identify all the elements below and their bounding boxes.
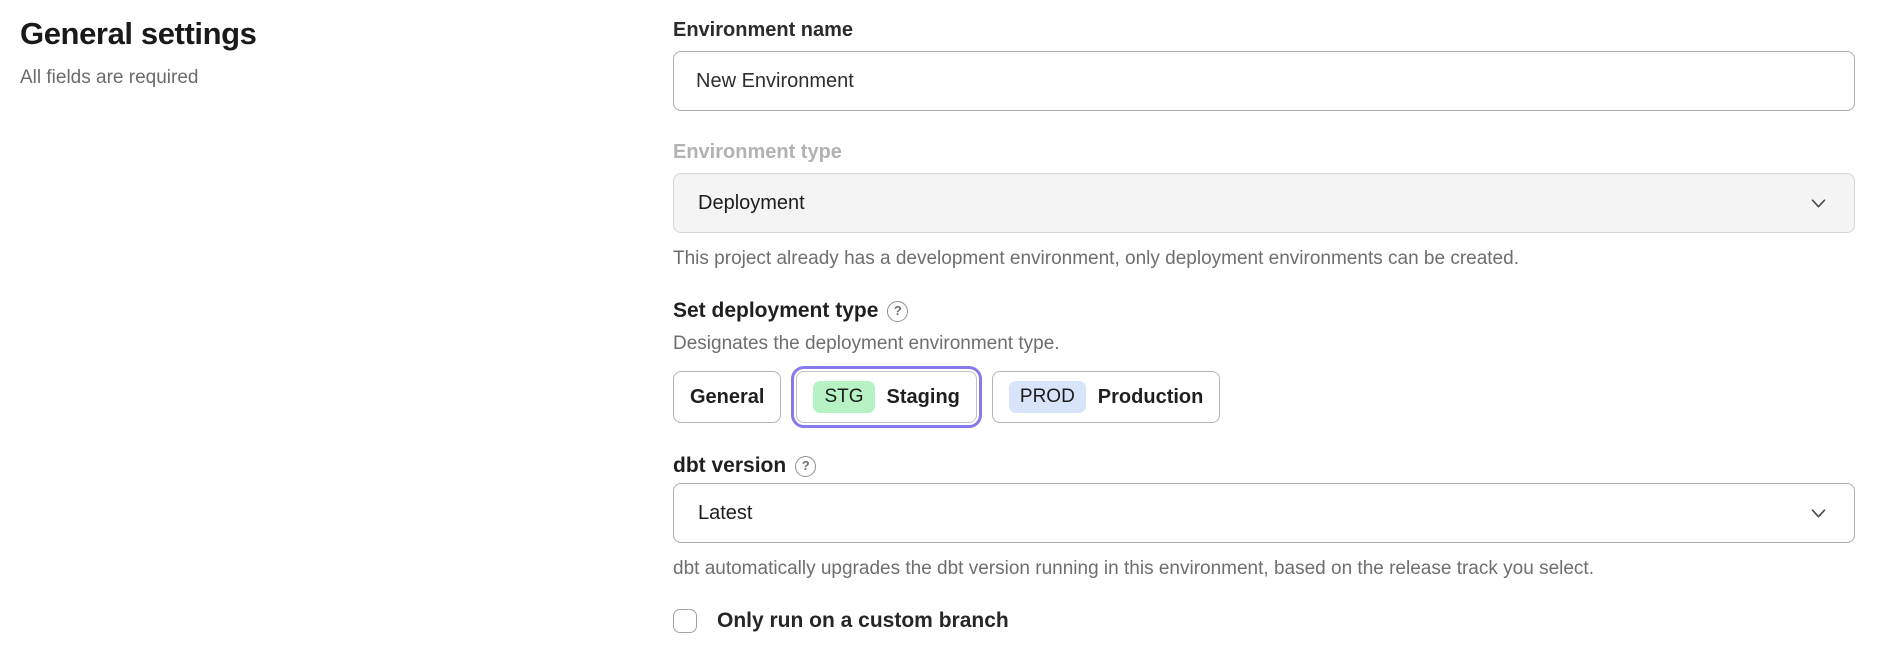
staging-badge: STG xyxy=(813,381,874,413)
page-subtitle: All fields are required xyxy=(20,67,580,89)
deployment-type-production-label: Production xyxy=(1098,386,1204,409)
environment-type-label: Environment type xyxy=(673,140,1855,164)
deployment-type-label-row: Set deployment type ? xyxy=(673,298,1855,324)
help-icon[interactable]: ? xyxy=(795,456,816,477)
dbt-version-label-row: dbt version ? xyxy=(673,453,1855,479)
selected-option-ring: STG Staging xyxy=(791,366,981,428)
dbt-version-select[interactable]: Latest xyxy=(673,483,1855,543)
environment-name-label: Environment name xyxy=(673,18,1855,42)
help-icon[interactable]: ? xyxy=(887,301,908,322)
chevron-down-icon xyxy=(1811,509,1826,518)
general-settings-page: General settings All fields are required… xyxy=(0,0,1888,660)
deployment-type-label: Set deployment type xyxy=(673,298,878,324)
deployment-type-staging-label: Staging xyxy=(887,386,960,409)
deployment-type-production-button[interactable]: PROD Production xyxy=(992,371,1220,423)
dbt-version-helper: dbt automatically upgrades the dbt versi… xyxy=(673,557,1855,581)
environment-name-input[interactable] xyxy=(673,51,1855,111)
dbt-version-value: Latest xyxy=(698,502,752,525)
custom-branch-checkbox[interactable] xyxy=(673,609,697,633)
production-badge: PROD xyxy=(1009,381,1086,413)
environment-type-value: Deployment xyxy=(698,192,805,215)
settings-form: Environment name Environment type Deploy… xyxy=(673,18,1855,633)
deployment-type-staging-button[interactable]: STG Staging xyxy=(796,371,976,423)
chevron-down-icon xyxy=(1811,199,1826,208)
deployment-type-options: General STG Staging PROD Production xyxy=(673,365,1855,429)
environment-type-select: Deployment xyxy=(673,173,1855,233)
deployment-type-general-button[interactable]: General xyxy=(673,371,781,423)
section-intro: General settings All fields are required xyxy=(20,16,580,89)
dbt-version-label: dbt version xyxy=(673,453,786,479)
custom-branch-row: Only run on a custom branch xyxy=(673,609,1855,633)
deployment-type-general-label: General xyxy=(690,386,764,409)
custom-branch-label[interactable]: Only run on a custom branch xyxy=(717,609,1009,633)
deployment-type-helper: Designates the deployment environment ty… xyxy=(673,332,1855,356)
page-title: General settings xyxy=(20,16,580,52)
environment-type-helper: This project already has a development e… xyxy=(673,247,1855,271)
